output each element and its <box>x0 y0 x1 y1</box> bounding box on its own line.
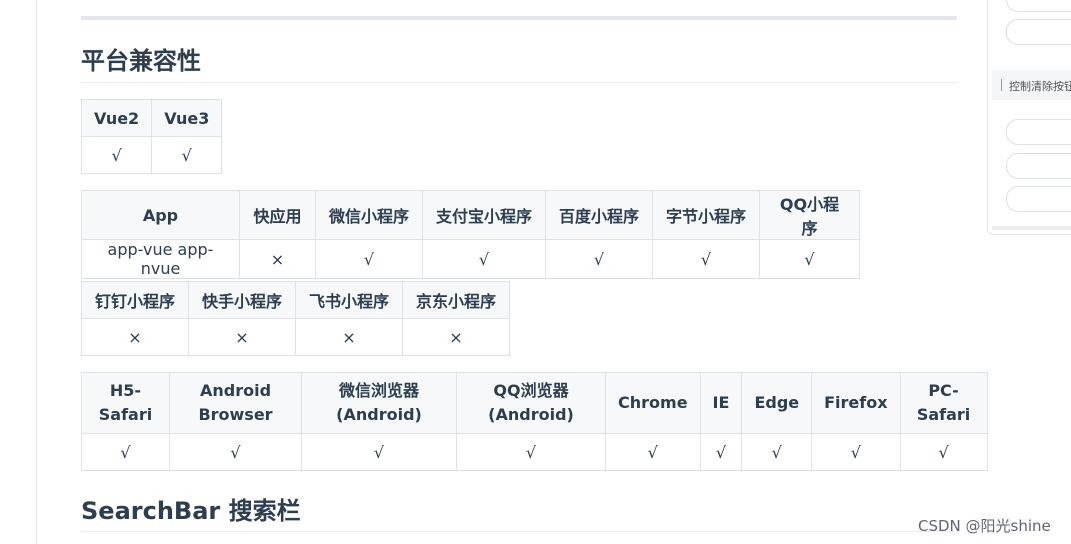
table-header: 京东小程序 <box>402 281 510 319</box>
table-header: PC- Safari <box>899 372 988 434</box>
table-cell: √ <box>741 433 813 471</box>
search-input[interactable] <box>1006 0 1071 12</box>
table-header: QQ浏览器 (Android) <box>456 372 606 434</box>
table-cell: √ <box>811 433 901 471</box>
table-row: app-vue app-nvue × √ √ √ √ √ <box>81 239 860 279</box>
table-cell: √ <box>315 239 423 279</box>
table-cell: √ <box>899 433 988 471</box>
mini-program-compat-table: 钉钉小程序 快手小程序 飞书小程序 京东小程序 × × × × <box>81 281 510 356</box>
search-input[interactable] <box>1006 119 1071 145</box>
search-input[interactable] <box>1006 153 1071 179</box>
section-divider <box>81 16 957 20</box>
panel-divider <box>992 226 1071 230</box>
table-cell: √ <box>169 433 302 471</box>
table-cell: √ <box>545 239 653 279</box>
table-header: Android Browser <box>169 372 302 434</box>
table-header: H5- Safari <box>81 372 170 434</box>
heading-underline <box>81 82 957 83</box>
table-row: √ √ √ √ √ √ √ √ √ <box>81 433 988 471</box>
table-header: IE <box>699 372 743 434</box>
search-input[interactable] <box>1006 19 1071 45</box>
app-compat-table: App 快应用 微信小程序 支付宝小程序 百度小程序 字节小程序 QQ小程序 a… <box>81 190 860 279</box>
table-cell: √ <box>422 239 546 279</box>
table-header: 百度小程序 <box>545 190 653 240</box>
table-header: 支付宝小程序 <box>422 190 546 240</box>
table-header: Chrome <box>605 372 701 434</box>
table-header: 快手小程序 <box>188 281 296 319</box>
table-cell: × <box>81 318 189 356</box>
table-cell: √ <box>81 433 170 471</box>
section-heading-platform-compat: 平台兼容性 <box>81 47 201 75</box>
table-cell: × <box>188 318 296 356</box>
table-row: × × × × <box>81 318 510 356</box>
table-cell: √ <box>456 433 606 471</box>
table-cell: √ <box>301 433 457 471</box>
table-cell: √ <box>151 136 223 174</box>
table-header: App <box>81 190 240 240</box>
table-cell: √ <box>605 433 701 471</box>
watermark: CSDN @阳光shine <box>918 517 1051 535</box>
demo-section-label: 控制清除按钮 <box>992 70 1071 100</box>
table-header: 字节小程序 <box>652 190 760 240</box>
table-cell: × <box>239 239 316 279</box>
search-input[interactable] <box>1006 186 1071 212</box>
browser-compat-table: H5- Safari Android Browser 微信浏览器 (Android) … <box>81 372 988 471</box>
table-header: 微信浏览器 (Android) <box>301 372 457 434</box>
table-cell: √ <box>80 136 153 174</box>
table-cell: √ <box>699 433 743 471</box>
table-cell: √ <box>759 239 860 279</box>
table-cell: √ <box>652 239 760 279</box>
table-header: 微信小程序 <box>315 190 423 240</box>
table-header: 飞书小程序 <box>295 281 403 319</box>
table-header: Firefox <box>811 372 901 434</box>
table-header: Vue2 <box>80 99 153 137</box>
table-cell: × <box>295 318 403 356</box>
table-header: 钉钉小程序 <box>81 281 189 319</box>
table-cell: × <box>402 318 510 356</box>
table-cell: app-vue app-nvue <box>81 239 240 279</box>
table-header: Vue3 <box>151 99 223 137</box>
label-bar <box>1001 79 1002 91</box>
table-header: 快应用 <box>239 190 316 240</box>
content-left-border <box>36 0 37 544</box>
table-header: Edge <box>741 372 813 434</box>
table-header: QQ小程序 <box>759 190 860 240</box>
section-heading-searchbar: SearchBar 搜索栏 <box>81 497 301 525</box>
heading-underline <box>81 531 957 532</box>
table-row: √ √ <box>80 136 223 174</box>
vue-compat-table: Vue2 Vue3 √ √ <box>80 99 223 174</box>
